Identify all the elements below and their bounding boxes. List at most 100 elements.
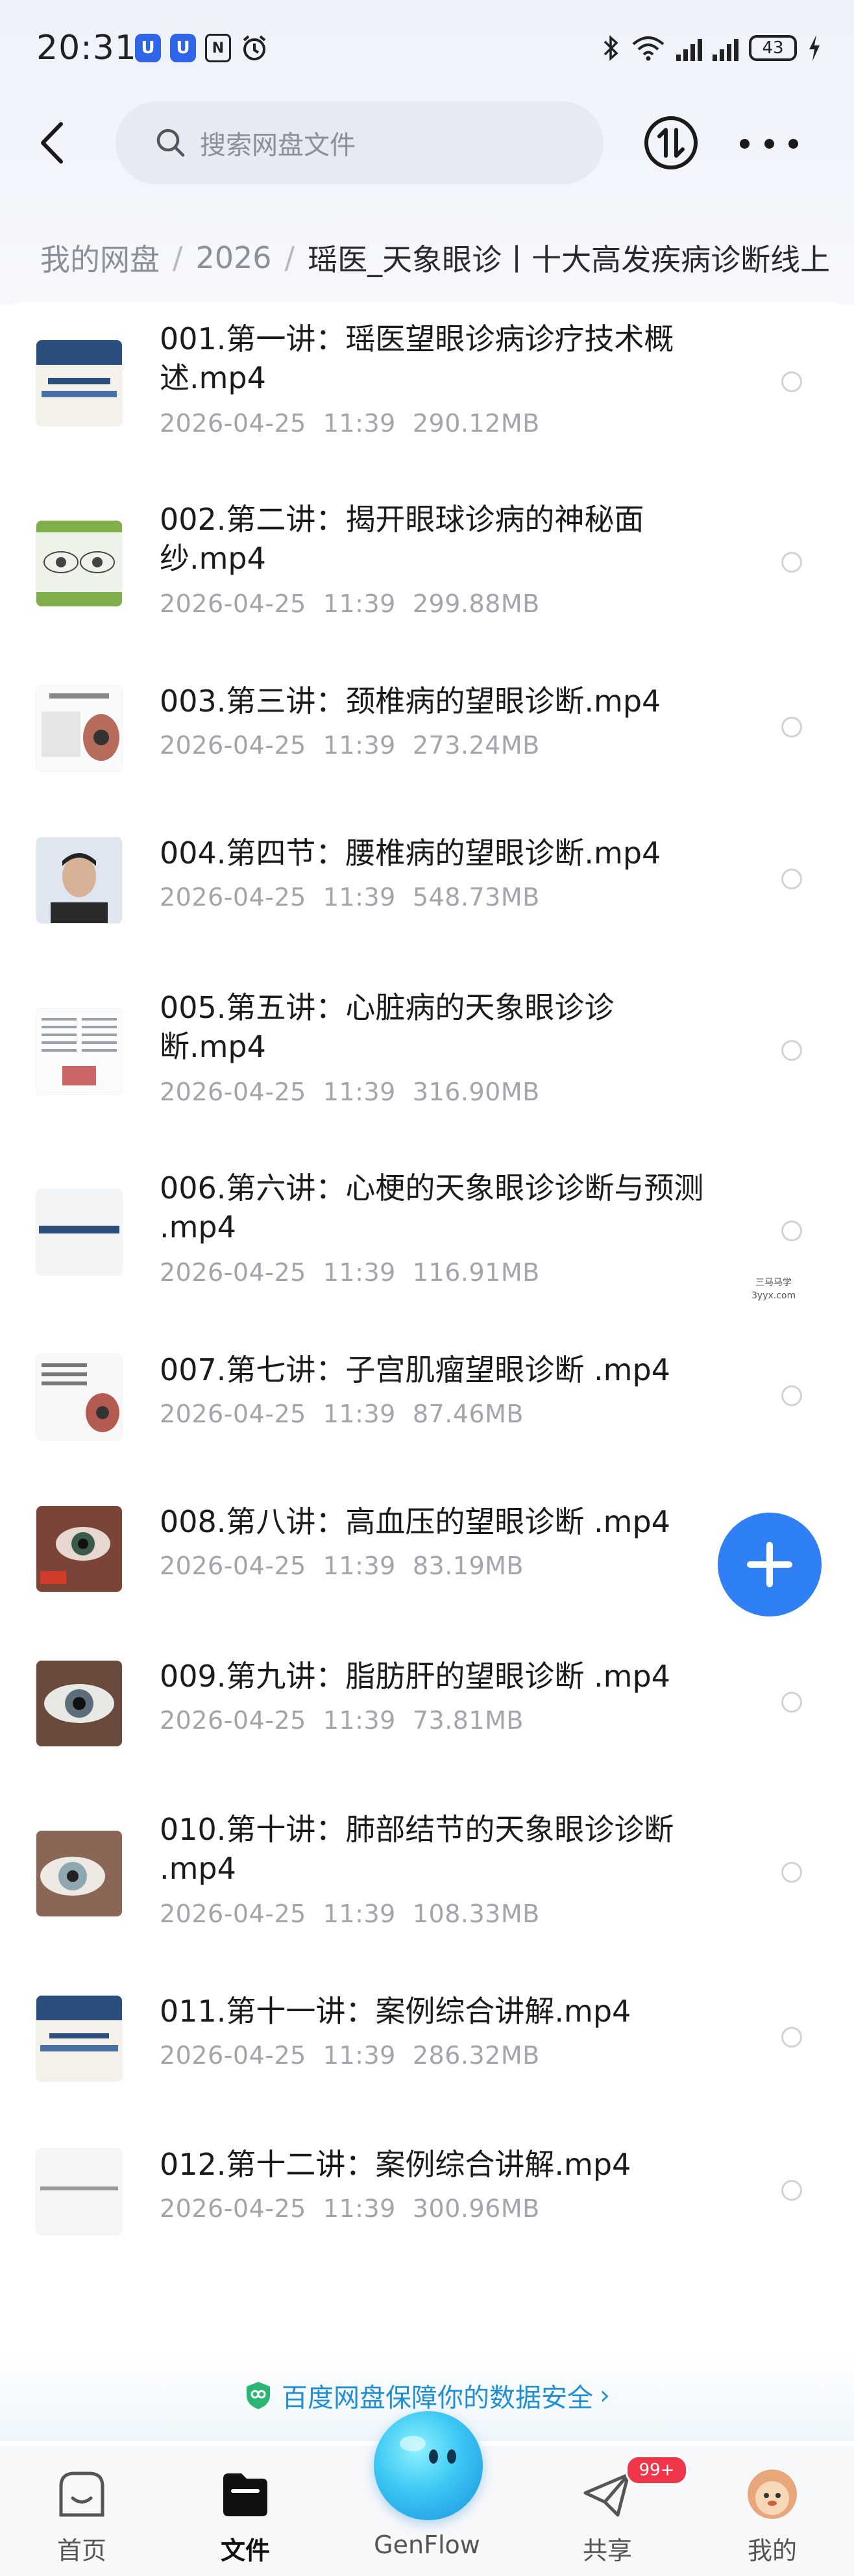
file-name: 012.第十二讲：案例综合讲解.mp4 xyxy=(160,2147,631,2182)
breadcrumb-item-root[interactable]: 我的网盘 xyxy=(40,236,160,279)
breadcrumb-separator: / xyxy=(173,240,183,275)
file-name: 010.第十讲：肺部结节的天象眼诊诊断 .mp4 xyxy=(160,1812,674,1886)
select-checkbox[interactable] xyxy=(781,2180,802,2201)
list-item[interactable]: 004.第四节：腰椎病的望眼诊断.mp4 2026-04-25 11:39 548.7… xyxy=(0,836,854,967)
back-arrow-icon xyxy=(41,122,63,164)
system-status: 43 xyxy=(602,34,822,62)
file-time: 11:39 xyxy=(323,1900,396,1928)
file-meta: 2026-04-25 11:39 83.19MB xyxy=(160,1552,524,1580)
file-size: 73.81MB xyxy=(412,1706,524,1735)
more-dot-icon xyxy=(764,138,774,149)
file-time: 11:39 xyxy=(323,1258,396,1287)
breadcrumb: 我的网盘 / 2026 / 瑶医_天象眼诊丨十大高发疾病诊断线上 xyxy=(40,235,854,280)
breadcrumb-separator: / xyxy=(284,240,295,275)
file-name: 011.第十一讲：案例综合讲解.mp4 xyxy=(160,1994,631,2029)
select-checkbox[interactable] xyxy=(781,869,802,889)
file-date: 2026-04-25 xyxy=(160,1900,306,1928)
video-thumbnail xyxy=(36,340,122,426)
file-date: 2026-04-25 xyxy=(160,1078,306,1106)
file-time: 11:39 xyxy=(323,2194,396,2223)
file-size: 286.32MB xyxy=(412,2041,540,2070)
tab-mine[interactable]: 我的 xyxy=(707,2446,837,2576)
video-thumbnail xyxy=(36,521,122,606)
file-size: 290.12MB xyxy=(412,409,540,438)
list-item[interactable]: 010.第十讲：肺部结节的天象眼诊诊断 .mp4 2026-04-25 11:39 1… xyxy=(0,1812,854,1977)
video-thumbnail xyxy=(36,1996,122,2081)
file-date: 2026-04-25 xyxy=(160,1552,306,1580)
tab-label: GenFlow xyxy=(374,2531,480,2559)
status-bar: 20:31 U U N 43 xyxy=(0,0,854,97)
file-size: 83.19MB xyxy=(412,1552,524,1580)
list-item[interactable]: 006.第六讲：心梗的天象眼诊诊断与预测 .mp4 2026-04-25 11:39… xyxy=(0,1170,854,1336)
video-thumbnail xyxy=(36,1506,122,1592)
select-checkbox[interactable] xyxy=(781,1692,802,1713)
app-notification-icon: U xyxy=(135,34,161,62)
file-size: 87.46MB xyxy=(412,1400,524,1428)
more-dot-icon xyxy=(788,138,798,149)
list-item[interactable]: 009.第九讲：脂肪肝的望眼诊断 .mp4 2026-04-25 11:39 73.8… xyxy=(0,1659,854,1790)
file-time: 11:39 xyxy=(323,589,396,618)
transfer-list-button[interactable] xyxy=(642,114,700,171)
search-input[interactable]: 搜索网盘文件 xyxy=(116,101,604,184)
file-time: 11:39 xyxy=(323,1400,396,1428)
list-item[interactable]: 005.第五讲：心脏病的天象眼诊诊断.mp4 2026-04-25 11:39 316… xyxy=(0,990,854,1156)
file-time: 11:39 xyxy=(323,731,396,760)
video-thumbnail xyxy=(36,1189,122,1275)
upload-fab-button[interactable] xyxy=(718,1513,822,1616)
genflow-icon[interactable] xyxy=(374,2411,483,2520)
file-size: 300.96MB xyxy=(412,2194,540,2223)
list-item[interactable]: 011.第十一讲：案例综合讲解.mp4 2026-04-25 11:39 286.32… xyxy=(0,1994,854,2125)
file-meta: 2026-04-25 11:39 73.81MB xyxy=(160,1706,524,1735)
list-item[interactable]: 002.第二讲：揭开眼球诊病的神秘面纱.mp4 2026-04-25 11:39 29… xyxy=(0,502,854,667)
file-name: 009.第九讲：脂肪肝的望眼诊断 .mp4 xyxy=(160,1659,670,1694)
list-item[interactable]: 007.第七讲：子宫肌瘤望眼诊断 .mp4 2026-04-25 11:39 87.4… xyxy=(0,1352,854,1484)
status-time: 20:31 xyxy=(36,29,137,68)
list-item[interactable]: 012.第十二讲：案例综合讲解.mp4 2026-04-25 11:39 300.96… xyxy=(0,2147,854,2279)
folder-icon xyxy=(223,2473,267,2516)
file-meta: 2026-04-25 11:39 116.91MB xyxy=(160,1258,540,1287)
list-item[interactable]: 003.第三讲：颈椎病的望眼诊断.mp4 2026-04-25 11:39 273.2… xyxy=(0,684,854,815)
file-size: 273.24MB xyxy=(412,731,540,760)
file-time: 11:39 xyxy=(323,883,396,911)
select-checkbox[interactable] xyxy=(781,1220,802,1241)
genflow-face-icon xyxy=(400,2436,456,2464)
tab-home[interactable]: 首页 xyxy=(17,2446,147,2576)
video-thumbnail xyxy=(36,837,122,923)
select-checkbox[interactable] xyxy=(781,1040,802,1061)
avatar-icon xyxy=(748,2470,797,2519)
select-checkbox[interactable] xyxy=(781,2027,802,2048)
select-checkbox[interactable] xyxy=(781,552,802,573)
select-checkbox[interactable] xyxy=(781,371,802,392)
select-checkbox[interactable] xyxy=(781,1385,802,1406)
select-checkbox[interactable] xyxy=(781,1862,802,1883)
back-button[interactable] xyxy=(26,110,78,175)
file-date: 2026-04-25 xyxy=(160,1706,306,1735)
video-thumbnail xyxy=(36,2149,122,2235)
file-meta: 2026-04-25 11:39 273.24MB xyxy=(160,731,540,760)
file-meta: 2026-04-25 11:39 286.32MB xyxy=(160,2041,540,2070)
file-name: 002.第二讲：揭开眼球诊病的神秘面纱.mp4 xyxy=(160,502,644,576)
file-size: 108.33MB xyxy=(412,1900,540,1928)
file-time: 11:39 xyxy=(323,2041,396,2070)
list-item[interactable]: 001.第一讲：瑶医望眼诊病诊疗技术概述.mp4 2026-04-25 11:39 2… xyxy=(0,321,854,487)
transfer-icon xyxy=(644,116,698,169)
file-meta: 2026-04-25 11:39 87.46MB xyxy=(160,1400,524,1428)
search-icon xyxy=(156,129,185,157)
security-text: 百度网盘保障你的数据安全 xyxy=(282,2383,593,2413)
file-date: 2026-04-25 xyxy=(160,1258,306,1287)
signal-icon xyxy=(676,35,702,61)
breadcrumb-item-year[interactable]: 2026 xyxy=(196,240,272,275)
tab-label: 我的 xyxy=(747,2536,797,2565)
file-date: 2026-04-25 xyxy=(160,1400,306,1428)
tab-files[interactable]: 文件 xyxy=(180,2446,310,2576)
video-thumbnail xyxy=(36,686,122,771)
file-date: 2026-04-25 xyxy=(160,731,306,760)
select-checkbox[interactable] xyxy=(781,717,802,737)
breadcrumb-item-current: 瑶医_天象眼诊丨十大高发疾病诊断线上 xyxy=(308,242,831,277)
chevron-right-icon: › xyxy=(600,2381,610,2410)
file-time: 11:39 xyxy=(323,409,396,438)
watermark: 三马马学 3yyx.com xyxy=(751,1276,796,1302)
video-thumbnail xyxy=(36,1354,122,1440)
file-time: 11:39 xyxy=(323,1078,396,1106)
more-options-button[interactable] xyxy=(740,127,798,160)
